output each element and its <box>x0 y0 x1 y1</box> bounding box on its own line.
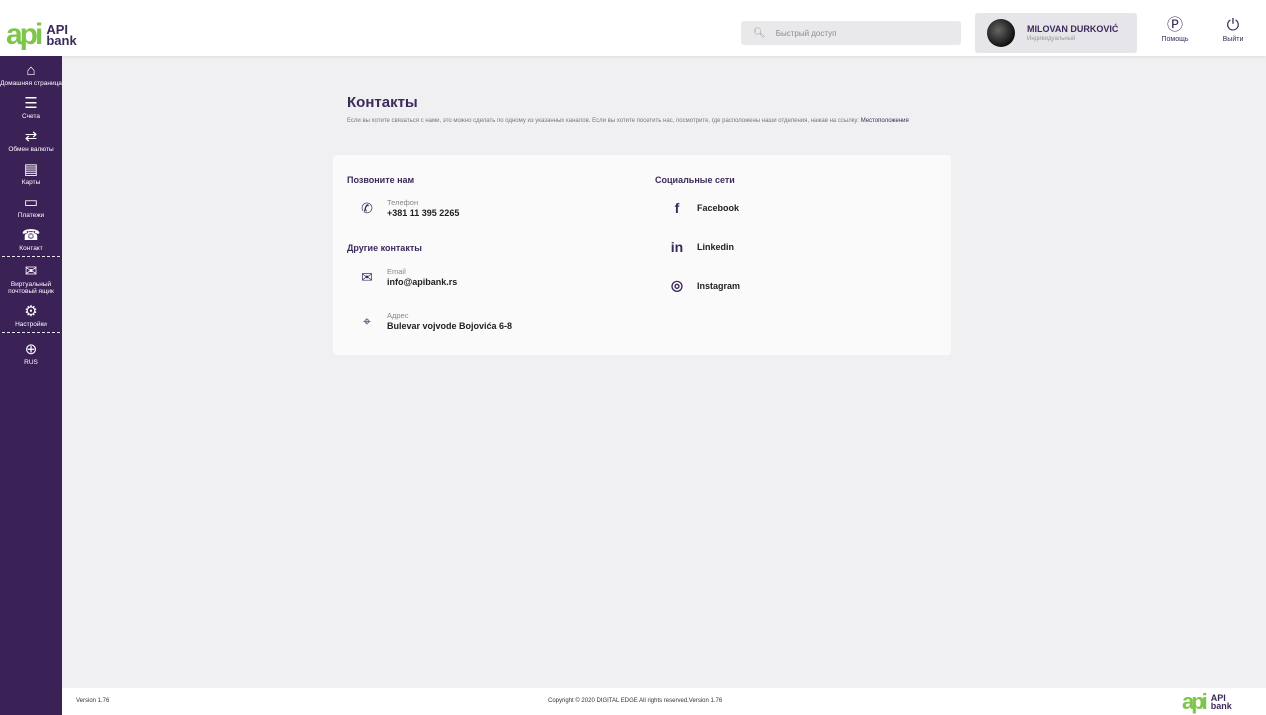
contact-icon: ☎ <box>21 227 41 244</box>
main-content: Контакты Если вы хотите связаться с нами… <box>62 56 1266 688</box>
email-value: info@apibank.rs <box>387 277 458 287</box>
gear-icon: ⚙ <box>24 303 38 320</box>
sidebar-item-label: Счета <box>22 113 40 120</box>
sidebar-item-payments[interactable]: ▭ Платежи <box>0 192 62 219</box>
user-name: MILOVAN DURKOVIĆ <box>1027 24 1119 34</box>
email-label: Email <box>387 267 406 276</box>
search-input[interactable]: 🔍︎ Быстрый доступ <box>741 21 961 45</box>
user-info: MILOVAN DURKOVIĆ Индивидуальный <box>1027 24 1118 42</box>
call-us-title: Позвоните нам <box>347 175 415 185</box>
logout-label: Выйти <box>1222 36 1244 43</box>
location-pin-icon: ⌖ <box>363 312 371 329</box>
email-text: Email info@apibank.rs <box>387 267 457 287</box>
page-description-text: Если вы хотите связаться с нами, это мож… <box>347 118 860 124</box>
sidebar-item-label: Обмен валюты <box>8 146 54 153</box>
search-icon: 🔍︎ <box>753 27 766 39</box>
logout-button[interactable]: ⏻ Выйти <box>1213 16 1253 43</box>
locations-link[interactable]: Местоположения <box>861 118 909 124</box>
sidebar: ⌂ Домашняя страница ☰ Счета ⇄ Обмен валю… <box>0 56 62 715</box>
envelope-icon: ✉ <box>361 268 373 285</box>
sidebar-item-label: Платежи <box>17 212 45 219</box>
wallet-icon: ▭ <box>23 194 39 211</box>
footer-copyright: Copyright © 2020 DIGITAL EDGE All rights… <box>548 698 723 704</box>
linkedin-link[interactable]: in Linkedin <box>663 239 734 255</box>
card-icon: ▤ <box>23 161 39 178</box>
footer-logo: api API bank <box>1182 689 1232 714</box>
globe-icon: ⊕ <box>24 341 38 358</box>
footer: Version 1.76 Copyright © 2020 DIGITAL ED… <box>62 688 1266 715</box>
sidebar-item-accounts[interactable]: ☰ Счета <box>0 93 62 120</box>
avatar <box>987 19 1015 47</box>
linkedin-label: Linkedin <box>697 242 735 252</box>
logo-text: API bank <box>46 23 77 48</box>
app-logo[interactable]: api API bank <box>6 20 77 50</box>
footer-logo-text: API bank <box>1210 694 1232 711</box>
list-icon: ☰ <box>24 95 38 112</box>
top-bar: api API bank 🔍︎ Быстрый доступ MILOVAN D… <box>0 0 1266 56</box>
facebook-icon: f <box>674 200 680 216</box>
footer-version: Version 1.76 <box>76 698 110 704</box>
address-value: Bulevar vojvode Bojovića 6-8 <box>387 321 513 331</box>
address-contact[interactable]: ⌖ Адрес Bulevar vojvode Bojovića 6-8 <box>353 311 512 331</box>
instagram-link[interactable]: ◎ Instagram <box>663 277 740 294</box>
sidebar-item-settings[interactable]: ⚙ Настройки <box>0 301 62 328</box>
help-icon: Ⓟ <box>1166 17 1183 34</box>
home-icon: ⌂ <box>26 62 36 79</box>
facebook-link[interactable]: f Facebook <box>663 200 739 216</box>
sidebar-item-label: Домашняя страница <box>0 80 62 87</box>
other-contacts-title: Другие контакты <box>347 243 422 253</box>
sidebar-divider <box>2 332 60 333</box>
instagram-icon: ◎ <box>670 277 684 293</box>
logo-mark: api <box>6 18 43 51</box>
exchange-icon: ⇄ <box>24 128 38 145</box>
sidebar-item-contact[interactable]: ☎ Контакт <box>0 225 62 252</box>
sidebar-item-label: RUS <box>24 359 38 366</box>
user-role: Индивидуальный <box>1027 36 1076 42</box>
sidebar-item-language[interactable]: ⊕ RUS <box>0 339 62 366</box>
footer-logo-mark: api <box>1182 689 1208 714</box>
page-title: Контакты <box>347 94 418 111</box>
linkedin-icon: in <box>670 239 684 255</box>
search-placeholder: Быстрый доступ <box>775 28 837 38</box>
help-button[interactable]: Ⓟ Помощь <box>1155 16 1195 43</box>
facebook-label: Facebook <box>697 203 740 213</box>
mail-icon: ✉ <box>24 263 38 280</box>
power-icon: ⏻ <box>1226 17 1240 34</box>
phone-contact[interactable]: ✆ Телефон +381 11 395 2265 <box>353 198 459 218</box>
logo-text-bank: bank <box>46 33 77 48</box>
sidebar-item-label: Виртуальный почтовый ящик <box>8 281 54 295</box>
contacts-card: Позвоните нам ✆ Телефон +381 11 395 2265… <box>333 155 951 355</box>
user-profile[interactable]: MILOVAN DURKOVIĆ Индивидуальный <box>975 13 1137 53</box>
phone-label: Телефон <box>387 198 419 207</box>
sidebar-divider <box>2 256 60 257</box>
sidebar-item-label: Карты <box>21 179 41 186</box>
sidebar-item-mailbox[interactable]: ✉ Виртуальный почтовый ящик <box>0 261 62 295</box>
footer-logo-text-bank: bank <box>1210 701 1232 711</box>
phone-text: Телефон +381 11 395 2265 <box>387 198 459 218</box>
phone-value: +381 11 395 2265 <box>387 208 460 218</box>
sidebar-item-label: Контакт <box>19 245 43 252</box>
email-contact[interactable]: ✉ Email info@apibank.rs <box>353 267 457 287</box>
phone-icon: ✆ <box>361 199 373 216</box>
sidebar-item-label: Настройки <box>15 321 47 328</box>
sidebar-item-exchange[interactable]: ⇄ Обмен валюты <box>0 126 62 153</box>
address-text: Адрес Bulevar vojvode Bojovića 6-8 <box>387 311 512 331</box>
address-label: Адрес <box>387 311 409 320</box>
help-label: Помощь <box>1161 36 1189 43</box>
page-description: Если вы хотите связаться с нами, это мож… <box>347 117 957 126</box>
instagram-label: Instagram <box>697 280 741 291</box>
sidebar-item-home[interactable]: ⌂ Домашняя страница <box>0 60 62 87</box>
social-title: Социальные сети <box>655 175 735 185</box>
sidebar-item-cards[interactable]: ▤ Карты <box>0 159 62 186</box>
